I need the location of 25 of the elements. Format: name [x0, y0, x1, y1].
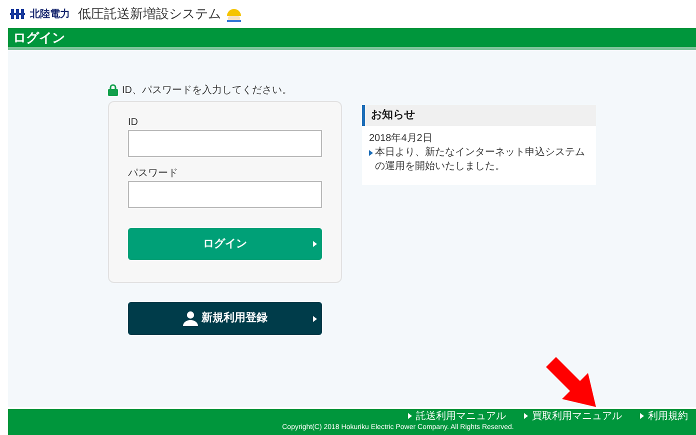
page-title: ログイン: [13, 28, 65, 47]
news-title: お知らせ: [371, 108, 415, 124]
caret-icon: [313, 241, 317, 247]
input-field[interactable]: [128, 181, 322, 208]
caret-icon: [369, 150, 373, 156]
footer-link[interactable]: 買取利用マニュアル: [524, 408, 622, 424]
input-field[interactable]: [128, 130, 322, 157]
footer-link[interactable]: 利用規約: [640, 408, 688, 424]
field-label: ID: [128, 116, 139, 130]
lock-icon: [108, 84, 118, 96]
news-date: 2018年4月2日: [369, 132, 434, 146]
caret-icon: [313, 316, 317, 322]
logo-icon: [10, 8, 26, 20]
register-button[interactable]: 新規利用登録: [128, 302, 322, 335]
instruction-text: ID、パスワードを入力してください。: [122, 84, 292, 98]
caret-icon: [640, 413, 644, 419]
caret-icon: [524, 413, 528, 419]
footer-link[interactable]: 託送利用マニュアル: [408, 408, 506, 424]
field-label: パスワード: [128, 167, 179, 181]
person-icon: [182, 311, 198, 326]
news-text: 本日より、新たなインターネット申込システムの運用を開始いたしました。: [375, 146, 586, 174]
system-title: 低圧託送新増設システム: [78, 5, 221, 24]
company-name: 北陸電力: [30, 8, 70, 22]
login-button[interactable]: ログイン: [128, 228, 322, 260]
caret-icon: [408, 413, 412, 419]
